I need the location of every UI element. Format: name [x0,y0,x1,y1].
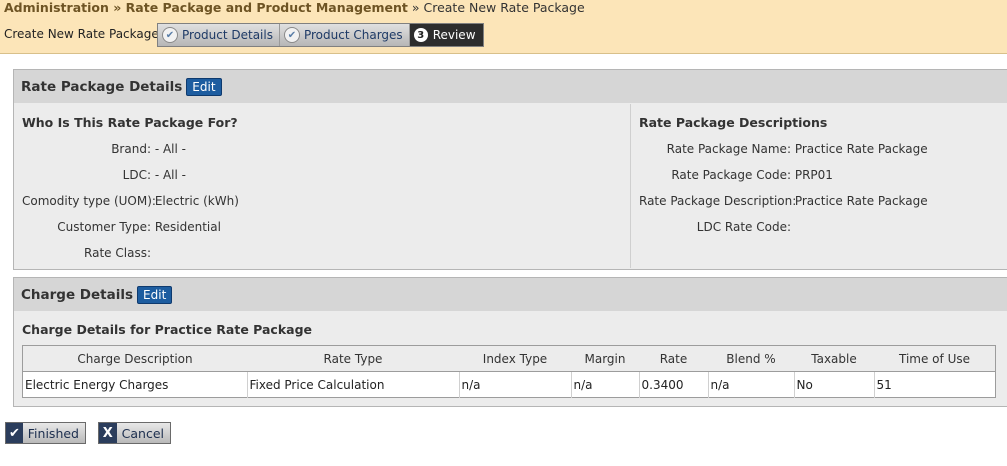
field-label: Rate Package Description: [639,194,797,208]
column-header: Rate [639,345,708,372]
table-cell: No [793,371,874,398]
field-label: Rate Package Code: [671,168,791,182]
breadcrumb-current: Create New Rate Package [423,0,585,15]
column-header: Taxable [794,345,874,372]
edit-details-button[interactable]: Edit [186,77,222,96]
field-value: Residential [154,220,221,234]
table-cell: 51 [873,371,996,398]
breadcrumb-separator: » [407,0,424,15]
column-header: Charge Description [22,345,247,372]
wizard-step-product-details[interactable]: ✔ Product Details [158,24,280,46]
ldc-rate-code-row: LDC Rate Code: [639,219,791,235]
left-section-title: Who Is This Rate Package For? [22,115,238,130]
field-value: Practice Rate Package [794,142,928,156]
charges-table: Charge Description Rate Type Index Type … [22,345,996,398]
rate-package-name-row: Rate Package Name: Practice Rate Package [639,141,928,157]
checkmark-icon: ✔ [283,27,300,43]
charge-details-panel: Charge Details Edit Charge Details for P… [13,277,1007,407]
checkmark-icon: ✔ [162,27,178,43]
field-label: Customer Type: [57,220,151,234]
field-label: Brand: [111,142,151,156]
wizard-step-label: Product Charges [303,28,403,42]
column-header: Margin [571,345,639,372]
rate-package-code-row: Rate Package Code: PRP01 [639,167,833,183]
charges-subtitle: Charge Details for Practice Rate Package [22,322,312,337]
panel-header: Rate Package Details Edit [14,70,1007,103]
wizard-step-review[interactable]: 3 Review [409,24,483,46]
table-cell: Electric Energy Charges [25,377,169,392]
panel-title: Rate Package Details [21,78,183,95]
column-header: Rate Type [247,345,459,372]
column-header: Index Type [459,345,571,372]
column-header: Blend % [708,345,794,372]
cancel-button[interactable]: X Cancel [98,422,171,444]
step-number-badge: 3 [413,28,428,42]
commodity-row: Comodity type (UOM): Electric (kWh) [22,193,239,209]
breadcrumb-separator: » [108,0,126,15]
column-divider [630,104,631,268]
table-cell: n/a [707,371,794,398]
panel-title: Charge Details [21,286,134,303]
field-value: PRP01 [794,168,833,182]
panel-header: Charge Details Edit [14,278,1007,311]
field-label: Rate Class: [84,246,151,260]
field-value: - All - [154,142,186,156]
wizard-step-label: Product Details [182,28,273,42]
wizard-label: Create New Rate Package [4,27,159,41]
field-label: Rate Package Name: [666,142,791,156]
brand-row: Brand: - All - [22,141,186,157]
button-label: Finished [27,425,79,441]
ldc-row: LDC: - All - [22,167,186,183]
rate-class-row: Rate Class: [22,245,151,261]
table-cell: n/a [570,371,639,398]
checkmark-icon: ✔ [6,423,23,443]
field-value: Electric (kWh) [154,194,239,208]
table-row: Electric Energy Charges Fixed Price Calc… [23,371,996,398]
rate-package-description-row: Rate Package Description: Practice Rate … [639,193,928,209]
field-value: - All - [154,168,186,182]
field-label: LDC Rate Code: [696,220,791,234]
button-label: Cancel [121,425,164,441]
wizard-step-label: Review [432,28,476,42]
breadcrumb-administration[interactable]: Administration [4,0,109,15]
field-label: Comodity type (UOM): [22,194,156,208]
table-cell: 0.3400 [638,371,708,398]
edit-charges-button[interactable]: Edit [137,285,173,304]
customer-type-row: Customer Type: Residential [22,219,221,235]
wizard-step-product-charges[interactable]: ✔ Product Charges [279,24,410,46]
breadcrumb-rate-package-management[interactable]: Rate Package and Product Management [126,0,408,15]
rate-package-details-panel: Rate Package Details Edit Who Is This Ra… [13,69,1007,270]
finished-button[interactable]: ✔ Finished [5,422,86,444]
field-value: Practice Rate Package [794,194,928,208]
table-header-row: Charge Description Rate Type Index Type … [22,345,996,372]
close-icon: X [99,423,117,443]
table-cell: n/a [458,371,571,398]
wizard-steps: ✔ Product Details ✔ Product Charges 3 Re… [157,23,484,47]
field-label: LDC: [122,168,151,182]
column-header: Time of Use [874,345,996,372]
right-section-title: Rate Package Descriptions [639,115,828,130]
table-cell: Fixed Price Calculation [246,371,459,398]
header-bar: Administration » Rate Package and Produc… [0,0,1007,54]
breadcrumb: Administration » Rate Package and Produc… [4,0,585,16]
